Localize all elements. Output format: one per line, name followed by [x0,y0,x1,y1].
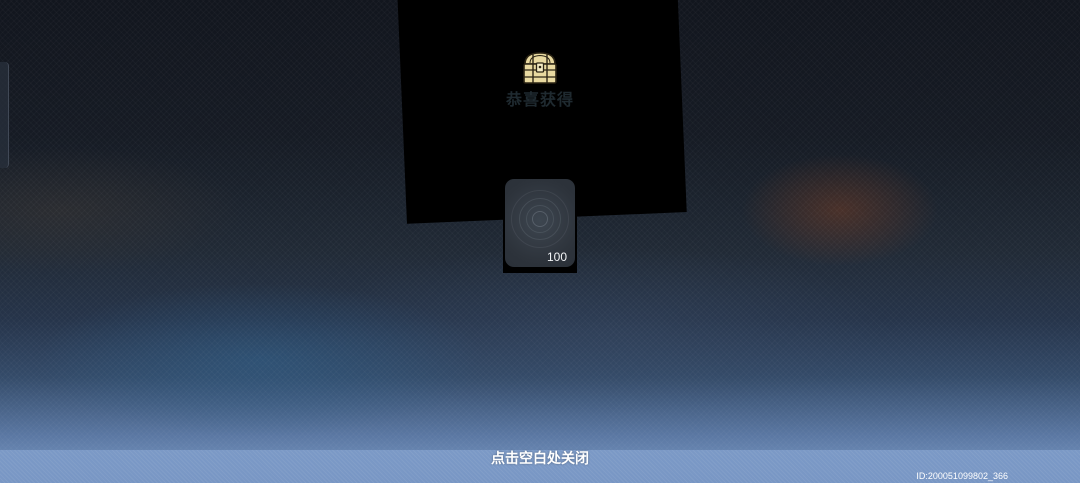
reward-item-card[interactable]: 100 [505,179,575,267]
treasure-chest-icon [523,52,557,84]
item-quantity: 100 [546,250,567,264]
reward-title: 恭喜获得 [505,90,574,109]
close-hint-text: 点击空白处关闭 [491,451,589,467]
side-menu-tab[interactable] [0,62,9,168]
session-id-label: ID:200051099802_366 [916,471,1008,481]
